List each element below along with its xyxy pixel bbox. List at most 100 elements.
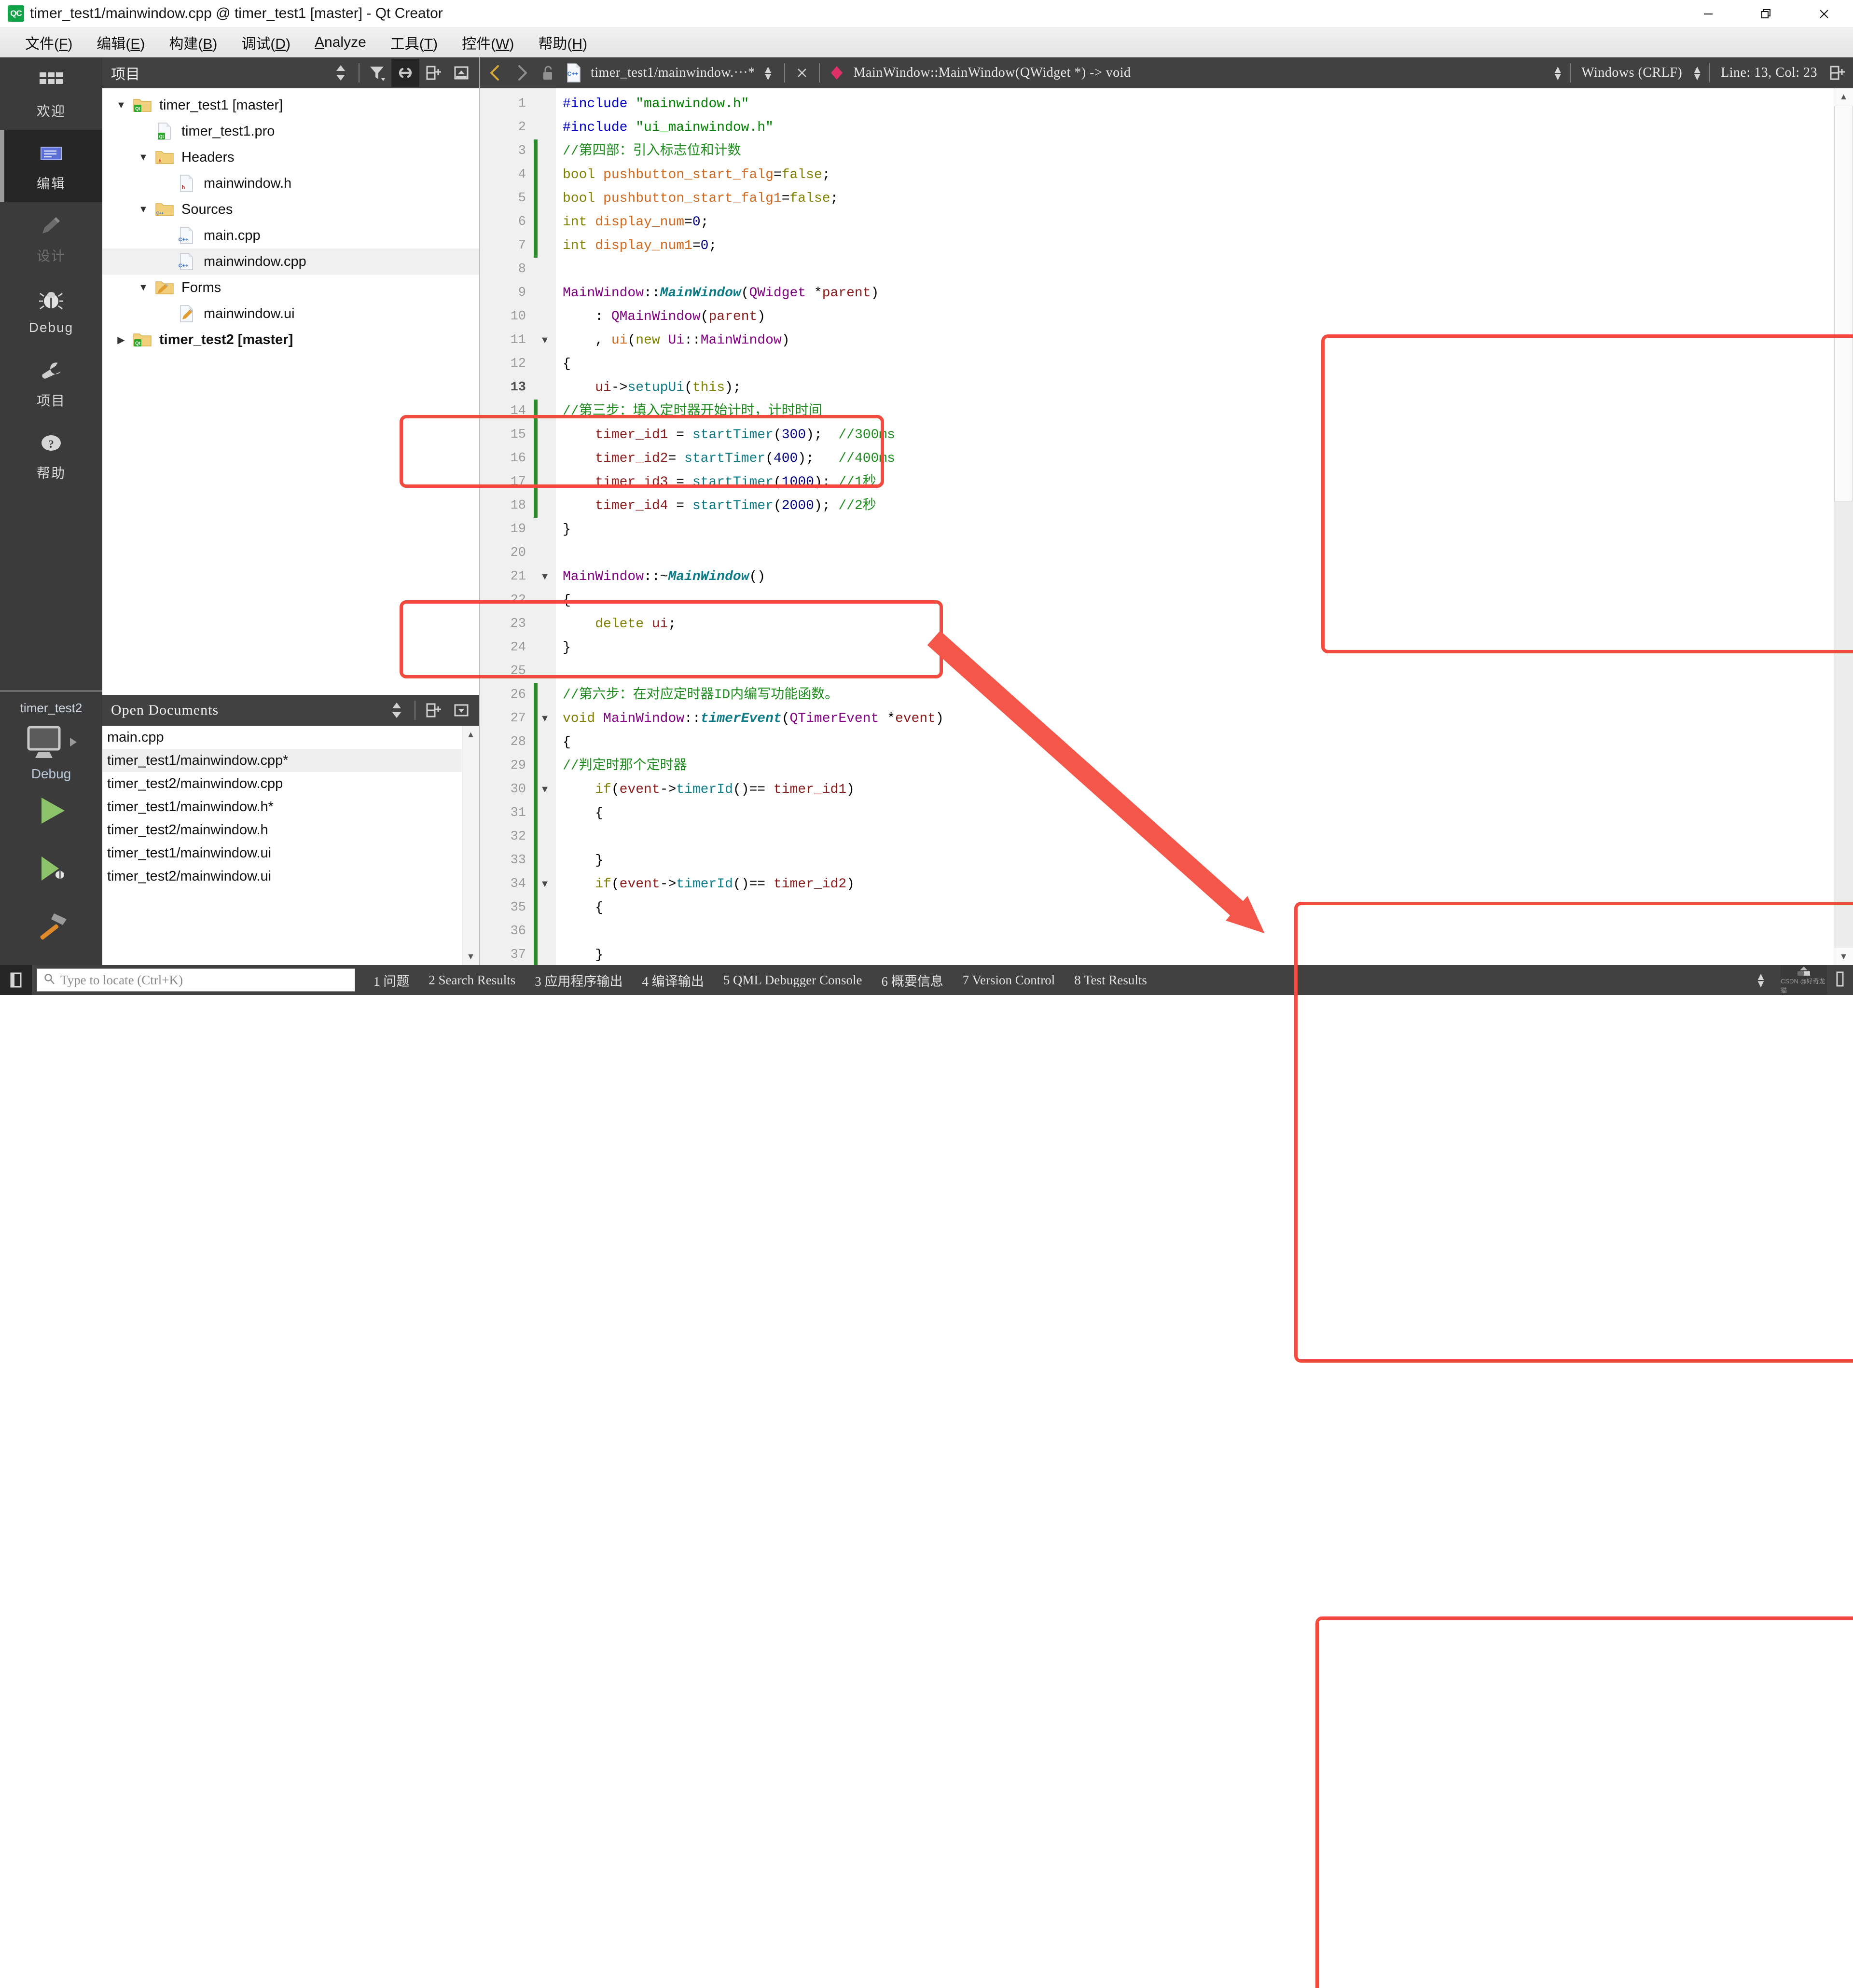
open-documents-scrollbar[interactable]: ▲ ▼: [462, 726, 479, 965]
chevron-right-icon[interactable]: [68, 736, 79, 751]
tree-item-mainwindow-cpp[interactable]: C++ mainwindow.cpp: [102, 248, 479, 275]
tree-item-timer-test1-master-[interactable]: ▼ Qt timer_test1 [master]: [102, 92, 479, 118]
open-documents-list[interactable]: main.cpp timer_test1/mainwindow.cpp* timer…: [102, 726, 479, 965]
code-line[interactable]: MainWindow::~MainWindow(): [556, 565, 1834, 589]
mode-debug[interactable]: Debug: [0, 275, 102, 347]
open-document-item[interactable]: main.cpp: [102, 726, 479, 749]
mode-welcome[interactable]: 欢迎: [0, 57, 102, 130]
chevron-down-icon[interactable]: ▼: [133, 152, 153, 163]
code-line[interactable]: {: [556, 352, 1834, 376]
open-document-item[interactable]: timer_test1/mainwindow.ui: [102, 842, 479, 865]
code-line[interactable]: : QMainWindow(parent): [556, 305, 1834, 329]
code-line[interactable]: }: [556, 518, 1834, 541]
fold-toggle-icon[interactable]: ▼: [534, 565, 556, 589]
project-tree[interactable]: ▼ Qt timer_test1 [master] Qt timer_test1.pro…: [102, 88, 479, 695]
code-line[interactable]: }: [556, 636, 1834, 660]
close-button[interactable]: [1795, 0, 1853, 28]
chevron-down-icon[interactable]: ▼: [111, 100, 131, 111]
maximize-restore-button[interactable]: [1737, 0, 1795, 28]
open-document-item[interactable]: timer_test2/mainwindow.ui: [102, 865, 479, 888]
menu-item-4[interactable]: 调试(D): [231, 29, 301, 56]
split-add-icon[interactable]: [419, 696, 447, 724]
code-line[interactable]: timer_id2= startTimer(400); //400ms: [556, 447, 1834, 470]
open-document-item[interactable]: timer_test1/mainwindow.cpp*: [102, 749, 479, 772]
tree-item-timer-test1-pro[interactable]: Qt timer_test1.pro: [102, 118, 479, 144]
menu-item-7[interactable]: 控件(W): [451, 29, 525, 56]
code-line[interactable]: {: [556, 801, 1834, 825]
fold-toggle-icon[interactable]: ▼: [534, 329, 556, 352]
spin-updown-icon[interactable]: ▲ ▼: [1689, 64, 1705, 82]
menu-item-6[interactable]: 工具(T): [380, 29, 448, 56]
mode-help[interactable]: ? 帮助: [0, 419, 102, 492]
code-line[interactable]: int display_num1=0;: [556, 234, 1834, 258]
sidebar-toggle-icon[interactable]: [0, 965, 32, 995]
code-line[interactable]: [556, 541, 1834, 565]
mode-design[interactable]: 设计: [0, 202, 102, 275]
locator-input[interactable]: Type to locate (Ctrl+K): [37, 968, 355, 992]
scrollbar-thumb[interactable]: [1834, 105, 1853, 501]
mode-edit[interactable]: 编辑: [0, 130, 102, 202]
chevron-right-icon[interactable]: ▶: [111, 334, 131, 346]
scroll-down-icon[interactable]: ▼: [462, 948, 479, 965]
code-line[interactable]: timer_id1 = startTimer(300); //300ms: [556, 423, 1834, 447]
scroll-up-icon[interactable]: ▲: [462, 726, 479, 743]
spin-updown-icon[interactable]: ▲ ▼: [760, 64, 776, 82]
editor-scrollbar[interactable]: ▲ ▼: [1834, 88, 1853, 965]
output-pane-button-5[interactable]: 5 QML Debugger Console: [723, 973, 862, 988]
code-line[interactable]: //判定时那个定时器: [556, 754, 1834, 778]
spin-updown-icon[interactable]: ▲ ▼: [1549, 64, 1566, 82]
minimize-button[interactable]: [1679, 0, 1737, 28]
code-line[interactable]: //第六步：在对应定时器ID内编写功能函数。: [556, 683, 1834, 707]
output-pane-button-2[interactable]: 2 Search Results: [429, 973, 515, 988]
output-pane-button-1[interactable]: 1 问题: [373, 971, 409, 990]
code-line[interactable]: [556, 825, 1834, 849]
tree-item-timer-test2-master-[interactable]: ▶ Qt timer_test2 [master]: [102, 327, 479, 353]
close-document-button[interactable]: [789, 59, 815, 86]
scrollbar-track[interactable]: [1834, 501, 1853, 948]
filter-icon[interactable]: [363, 59, 391, 87]
split-add-icon[interactable]: [1824, 59, 1850, 86]
navigate-back-button[interactable]: [483, 59, 509, 86]
tree-item-sources[interactable]: ▼ C++ Sources: [102, 196, 479, 222]
code-line[interactable]: #include "ui_mainwindow.h": [556, 116, 1834, 139]
tree-item-headers[interactable]: ▼ h Headers: [102, 144, 479, 170]
code-line[interactable]: , ui(new Ui::MainWindow): [556, 329, 1834, 352]
code-line[interactable]: timer_id3 = startTimer(1000); //1秒: [556, 470, 1834, 494]
unlocked-padlock-icon[interactable]: [535, 59, 561, 86]
code-line[interactable]: [556, 258, 1834, 281]
run-button[interactable]: [0, 782, 102, 840]
code-line[interactable]: }: [556, 849, 1834, 872]
code-line[interactable]: if(event->timerId()== timer_id1): [556, 778, 1834, 801]
spin-updown-icon[interactable]: ▲ ▼: [1753, 971, 1769, 989]
code-line[interactable]: if(event->timerId()== timer_id2): [556, 872, 1834, 896]
navigate-forward-button[interactable]: [509, 59, 535, 86]
collapse-panel-icon[interactable]: [447, 59, 475, 87]
output-pane-button-3[interactable]: 3 应用程序输出: [535, 971, 622, 990]
open-document-item[interactable]: timer_test2/mainwindow.h: [102, 818, 479, 842]
code-line[interactable]: //第三步：填入定时器开始计时，计时时间: [556, 400, 1834, 423]
build-project-button[interactable]: [0, 897, 102, 955]
fold-marker-column[interactable]: ▼ ▼ ▼ ▼ ▼: [534, 88, 556, 965]
menu-item-8[interactable]: 帮助(H): [527, 29, 598, 56]
open-document-item[interactable]: timer_test2/mainwindow.cpp: [102, 772, 479, 795]
sync-spin-icon[interactable]: [327, 59, 355, 87]
scroll-down-icon[interactable]: ▼: [1834, 948, 1853, 965]
chevron-down-icon[interactable]: ▼: [133, 204, 153, 215]
kit-target-row[interactable]: [0, 724, 102, 762]
code-line[interactable]: MainWindow::MainWindow(QWidget *parent): [556, 281, 1834, 305]
split-add-icon[interactable]: [419, 59, 447, 87]
scroll-up-icon[interactable]: ▲: [1834, 88, 1853, 106]
dropdown-box-icon[interactable]: [447, 696, 475, 724]
line-ending-selector[interactable]: Windows (CRLF): [1575, 65, 1689, 81]
code-line[interactable]: void MainWindow::timerEvent(QTimerEvent …: [556, 707, 1834, 731]
tree-item-forms[interactable]: ▼ Forms: [102, 275, 479, 301]
code-line[interactable]: {: [556, 731, 1834, 754]
kit-selector[interactable]: timer_test2 Debug: [0, 694, 102, 965]
start-debugging-button[interactable]: [0, 840, 102, 897]
output-pane-button-4[interactable]: 4 编译输出: [642, 971, 704, 990]
code-line[interactable]: }: [556, 943, 1834, 965]
menu-item-3[interactable]: 构建(B): [158, 29, 228, 56]
code-line[interactable]: //第四部：引入标志位和计数: [556, 139, 1834, 163]
chevron-down-icon[interactable]: ▼: [133, 282, 153, 293]
code-line[interactable]: #include "mainwindow.h": [556, 92, 1834, 116]
